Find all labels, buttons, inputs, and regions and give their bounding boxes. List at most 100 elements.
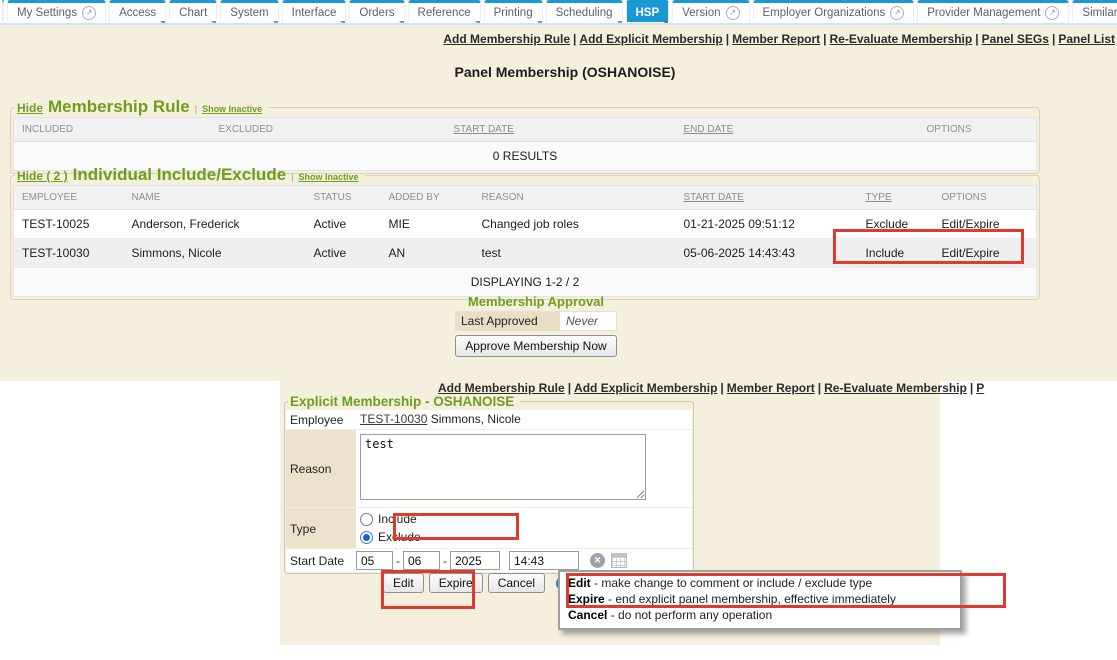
start-date-day-input[interactable] (403, 551, 440, 570)
start-date-month-input[interactable] (356, 551, 393, 570)
member-report-link[interactable]: Member Report (732, 32, 820, 46)
clear-date-icon[interactable]: ✕ (590, 553, 605, 568)
col-header-employee: EMPLOYEE (14, 186, 124, 210)
explicit-membership-title: Explicit Membership - OSHANOISE (288, 394, 520, 409)
add-membership-rule-link[interactable]: Add Membership Rule (443, 32, 570, 46)
tab-reference[interactable]: Reference (408, 0, 481, 22)
reason-textarea[interactable]: test (360, 434, 646, 500)
last-approved-value: Never (560, 312, 616, 330)
cell-options-edit-expire[interactable]: Edit/Expire (934, 239, 1037, 268)
add-explicit-membership-link[interactable]: Add Explicit Membership (579, 32, 722, 46)
col-header-reason: REASON (474, 186, 676, 210)
tooltip-desc: - end explicit panel membership, effecti… (605, 592, 896, 606)
screen: ↗ My Settings ↗ Access Chart System Inte… (0, 0, 1117, 660)
tab-label: Employer Organizations (763, 7, 886, 19)
dialog-buttons: Edit Expire Cancel ? (383, 573, 571, 593)
sort-end-date-link[interactable]: END DATE (684, 124, 734, 135)
show-inactive-link[interactable]: Show Inactive (202, 104, 262, 114)
tab-label: Version (682, 7, 720, 19)
tab-scheduling[interactable]: Scheduling (546, 0, 623, 22)
tab-access[interactable]: Access (109, 0, 166, 22)
explicit-membership-form: Explicit Membership - OSHANOISE Employee… (284, 394, 694, 574)
employee-row: Employee TEST-10030 Simmons, Nicole (286, 410, 692, 429)
member-report-link[interactable]: Member Report (727, 381, 815, 395)
cell-added-by: MIE (381, 210, 474, 239)
tab-version[interactable]: Version ↗ (672, 0, 749, 22)
radio-include-icon[interactable] (360, 513, 373, 526)
cell-options-edit-expire[interactable]: Edit/Expire (934, 210, 1037, 239)
tooltip-desc: - do not perform any operation (607, 608, 772, 622)
tab-provider-management[interactable]: Provider Management ↗ (917, 0, 1069, 22)
cell-start-date: 01-21-2025 09:51:12 (676, 210, 858, 239)
col-header-added-by: ADDED BY (381, 186, 474, 210)
cell-name: Simmons, Nicole (124, 239, 306, 268)
panel-list-link[interactable]: Panel List (1058, 32, 1115, 46)
start-date-year-input[interactable] (450, 551, 500, 570)
separator: | (717, 381, 726, 395)
truncated-link[interactable]: P (976, 381, 984, 395)
tab-label: Interface (292, 7, 337, 19)
expire-button[interactable]: Expire (429, 573, 483, 593)
sort-start-date-link[interactable]: START DATE (684, 192, 744, 203)
cell-type: Exclude (858, 210, 934, 239)
tab-interface[interactable]: Interface (282, 0, 347, 22)
type-row: Type Include Exclude (286, 507, 692, 548)
tab-label: Scheduling (556, 7, 613, 19)
date-separator: - (443, 554, 447, 568)
add-explicit-membership-link[interactable]: Add Explicit Membership (574, 381, 717, 395)
cancel-button[interactable]: Cancel (488, 573, 545, 593)
sort-type-link[interactable]: TYPE (866, 192, 892, 203)
tab-printing[interactable]: Printing (484, 0, 543, 22)
tab-my-settings[interactable]: My Settings ↗ (7, 0, 106, 22)
separator: | (291, 172, 293, 182)
tab-hsp-active[interactable]: HSP (626, 0, 670, 22)
tab-employer-organizations[interactable]: Employer Organizations ↗ (753, 0, 915, 22)
membership-approval-title: Membership Approval (455, 294, 617, 309)
re-evaluate-membership-link[interactable]: Re-Evaluate Membership (824, 381, 967, 395)
tab-label: Printing (494, 7, 533, 19)
tab-label: System (230, 7, 268, 19)
tooltip-term: Expire (568, 592, 605, 606)
tab-system[interactable]: System (220, 0, 278, 22)
start-date-label: Start Date (286, 549, 356, 572)
employee-id-link[interactable]: TEST-10030 (360, 412, 427, 426)
type-option-include[interactable]: Include (360, 510, 688, 528)
calendar-icon[interactable] (611, 553, 627, 568)
approve-membership-now-button[interactable]: Approve Membership Now (455, 335, 617, 357)
tab-similar-exposure-groups[interactable]: Similar Exposure Groups (SEGs) ↗ (1072, 0, 1117, 22)
tab-orders[interactable]: Orders (349, 0, 404, 22)
col-header-status: STATUS (306, 186, 381, 210)
re-evaluate-membership-link[interactable]: Re-Evaluate Membership (830, 32, 973, 46)
sort-start-date-link[interactable]: START DATE (454, 124, 514, 135)
edit-button[interactable]: Edit (383, 573, 424, 593)
show-inactive-link[interactable]: Show Inactive (299, 172, 359, 182)
start-time-input[interactable] (509, 551, 579, 570)
table-row[interactable]: TEST-10025 Anderson, Frederick Active MI… (14, 210, 1037, 239)
type-option-exclude[interactable]: Exclude (360, 528, 688, 546)
module-tabbar: ↗ My Settings ↗ Access Chart System Inte… (0, 0, 1117, 25)
table-row-selected[interactable]: TEST-10030 Simmons, Nicole Active AN tes… (14, 239, 1037, 268)
col-header-excluded: EXCLUDED (211, 118, 446, 142)
tab-label: My Settings (17, 7, 77, 19)
membership-rule-title: Membership Rule (48, 97, 190, 117)
panel-segs-link[interactable]: Panel SEGs (982, 32, 1049, 46)
tooltip-line-expire: Expire - end explicit panel membership, … (568, 591, 952, 607)
date-separator: - (396, 554, 400, 568)
external-link-icon: ↗ (726, 6, 740, 20)
tab-chart[interactable]: Chart (169, 0, 217, 22)
membership-rule-table: INCLUDED EXCLUDED START DATE END DATE OP… (13, 117, 1037, 171)
separator: | (820, 32, 829, 46)
membership-rule-section: Hide Membership Rule | Show Inactive INC… (10, 97, 1040, 174)
col-header-options: OPTIONS (934, 186, 1037, 210)
hide-individual-link[interactable]: Hide ( 2 ) (17, 169, 68, 183)
radio-exclude-icon-selected[interactable] (360, 531, 373, 544)
add-membership-rule-link[interactable]: Add Membership Rule (438, 381, 565, 395)
cell-type: Include (858, 239, 934, 268)
hide-membership-rule-link[interactable]: Hide (17, 101, 43, 115)
reason-label: Reason (286, 430, 356, 507)
cell-employee: TEST-10025 (14, 210, 124, 239)
tab-partial-left[interactable]: ↗ (2, 0, 4, 22)
separator: | (1049, 32, 1058, 46)
separator: | (723, 32, 732, 46)
col-header-options: OPTIONS (919, 118, 1037, 142)
